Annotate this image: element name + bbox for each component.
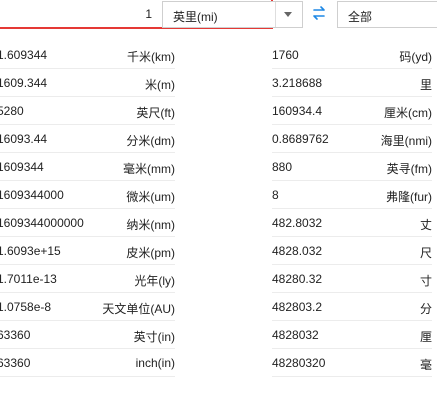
result-row: 1.6093e+15 皮米(pm): [0, 237, 175, 265]
result-value: 63360: [0, 328, 31, 342]
category-filter-select[interactable]: 全部: [337, 1, 437, 28]
result-unit: 皮米(pm): [126, 246, 175, 260]
result-row: 0.8689762 海里(nmi): [272, 125, 432, 153]
result-unit: 纳米(nm): [126, 218, 175, 232]
result-row: 48280320 毫: [272, 349, 432, 377]
result-unit: 英寸(in): [133, 330, 175, 344]
result-value: 1.7011e-13: [0, 272, 57, 286]
filter-label: 全部: [348, 10, 373, 24]
result-row: 1.7011e-13 光年(ly): [0, 265, 175, 293]
result-value: 8: [272, 188, 279, 202]
quantity-input[interactable]: [0, 0, 160, 27]
result-value: 16093.44: [0, 132, 48, 146]
result-row: 4828032 厘: [272, 321, 432, 349]
result-row: 1.609344 千米(km): [0, 41, 175, 69]
result-value: 63360: [0, 356, 31, 370]
result-value: 1760: [272, 48, 299, 62]
result-row: 4828.032 尺: [272, 237, 432, 265]
result-unit: 毫: [419, 358, 432, 372]
result-value: 48280.32: [272, 272, 323, 286]
result-unit: 厘: [419, 330, 432, 344]
result-unit: inch(in): [135, 356, 175, 370]
result-row: 3.218688 里: [272, 69, 432, 97]
chevron-down-icon[interactable]: [284, 12, 292, 17]
result-row: 1760 码(yd): [272, 41, 432, 69]
result-unit: 米(m): [145, 78, 175, 92]
result-value: 3.218688: [272, 76, 323, 90]
result-row: 5280 英尺(ft): [0, 97, 175, 125]
result-unit: 天文单位(AU): [102, 302, 175, 316]
result-unit: 弗隆(fur): [386, 190, 432, 204]
result-row: 1.0758e-8 天文单位(AU): [0, 293, 175, 321]
result-row: 63360 英寸(in): [0, 321, 175, 349]
result-value: 1609.344: [0, 76, 48, 90]
result-row: 1609344 毫米(mm): [0, 153, 175, 181]
result-value: 4828032: [272, 328, 319, 342]
result-unit: 丈: [419, 218, 432, 232]
result-unit: 毫米(mm): [123, 162, 175, 176]
result-value: 482.8032: [272, 216, 323, 230]
result-row: 16093.44 分米(dm): [0, 125, 175, 153]
from-unit-select[interactable]: 英里(mi): [162, 1, 303, 28]
result-row: 1609344000000 纳米(nm): [0, 209, 175, 237]
result-unit: 寸: [419, 274, 432, 288]
result-row: 1609.344 米(m): [0, 69, 175, 97]
result-unit: 海里(nmi): [380, 134, 432, 148]
result-value: 1.6093e+15: [0, 244, 61, 258]
result-unit: 分米(dm): [126, 134, 175, 148]
result-value: 0.8689762: [272, 132, 329, 146]
result-value: 1.0758e-8: [0, 300, 52, 314]
result-value: 48280320: [272, 356, 326, 370]
result-unit: 里: [419, 78, 432, 92]
result-row: 482803.2 分: [272, 293, 432, 321]
result-row: 1609344000 微米(um): [0, 181, 175, 209]
result-unit: 尺: [419, 246, 432, 260]
result-row: 63360 inch(in): [0, 349, 175, 377]
result-unit: 英寻(fm): [386, 162, 432, 176]
result-unit: 分: [419, 302, 432, 316]
result-unit: 光年(ly): [134, 274, 175, 288]
select-divider: [275, 2, 276, 27]
result-value: 1609344000000: [0, 216, 84, 230]
result-value: 1609344: [0, 160, 44, 174]
result-value: 4828.032: [272, 244, 323, 258]
result-value: 1609344000: [0, 188, 64, 202]
result-value: 160934.4: [272, 104, 323, 118]
from-unit-label: 英里(mi): [173, 10, 218, 24]
result-unit: 厘米(cm): [384, 106, 432, 120]
result-value: 5280: [0, 104, 24, 118]
result-value: 880: [272, 160, 293, 174]
result-value: 1.609344: [0, 48, 48, 62]
result-unit: 微米(um): [126, 190, 175, 204]
result-row: 48280.32 寸: [272, 265, 432, 293]
result-row: 160934.4 厘米(cm): [272, 97, 432, 125]
result-row: 482.8032 丈: [272, 209, 432, 237]
result-unit: 英尺(ft): [136, 106, 175, 120]
result-unit: 千米(km): [127, 50, 175, 64]
unit-converter: 英里(mi) 全部 1.609344 千米(km) 1609.344 米(m) 5280…: [0, 0, 437, 400]
result-unit: 码(yd): [399, 50, 432, 64]
result-row: 880 英寻(fm): [272, 153, 432, 181]
swap-icon[interactable]: [311, 5, 327, 21]
result-value: 482803.2: [272, 300, 323, 314]
result-row: 8 弗隆(fur): [272, 181, 432, 209]
